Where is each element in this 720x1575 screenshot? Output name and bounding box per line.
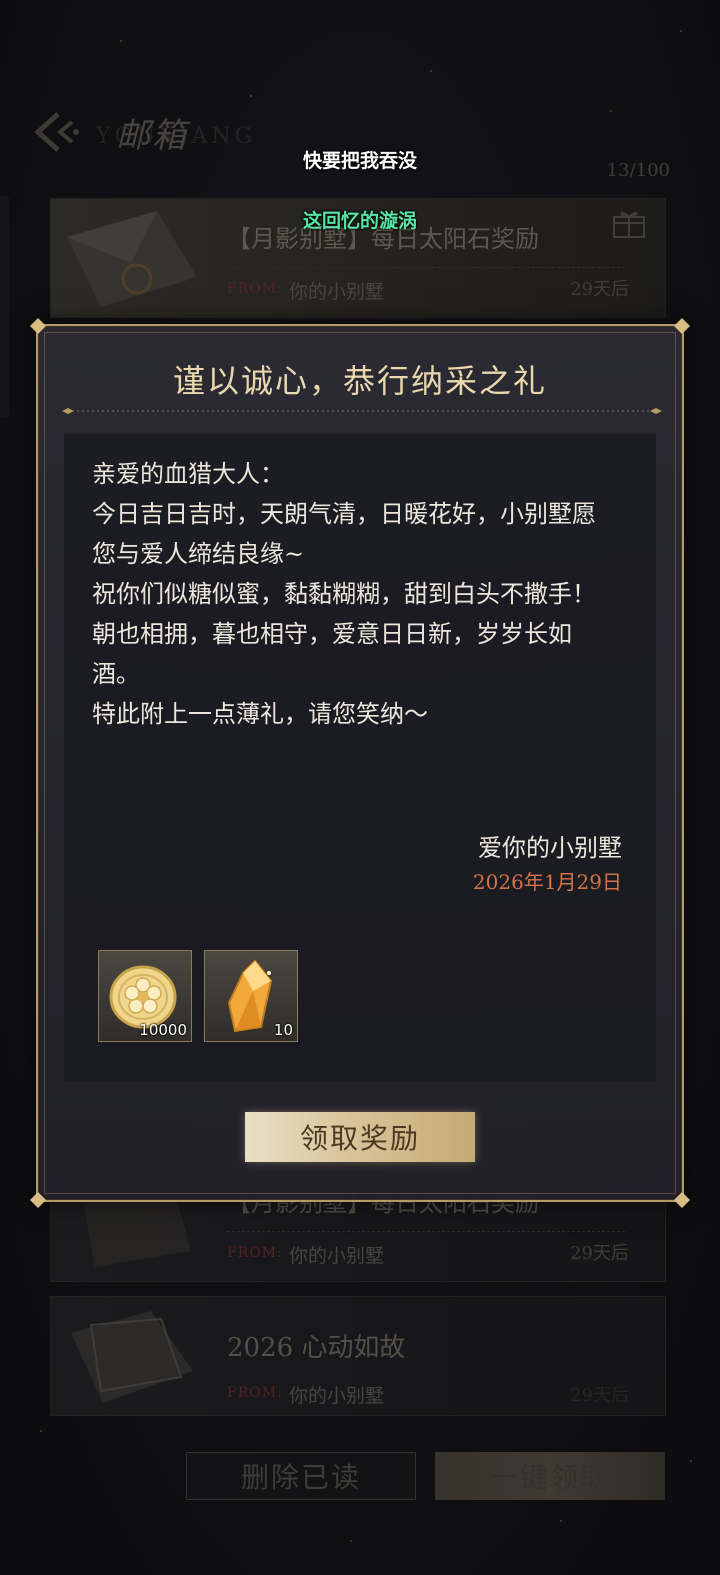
mail-detail-modal: 谨以诚心，恭行纳采之礼 亲爱的血猎大人： 今日吉日吉时，天朗气清，日暖花好，小别… [30, 318, 690, 1208]
letter-line: 您与爱人缔结良缘~ [92, 540, 305, 568]
modal-title: 谨以诚心，恭行纳采之礼 [172, 362, 547, 400]
title-divider [62, 408, 662, 414]
toast-line-1: 快要把我吞没 [302, 150, 417, 172]
letter-date: 2026年1月29日 [472, 870, 622, 894]
letter-line: 祝你们似糖似蜜，黏黏糊糊，甜到白头不撒手！ [92, 580, 596, 608]
reward-count: 10 [273, 1021, 293, 1039]
letter-line: 酒。 [92, 660, 140, 688]
letter-line: 今日吉日吉时，天朗气清，日暖花好，小别墅愿 [92, 500, 596, 528]
letter-line: 特此附上一点薄礼，请您笑纳～ [92, 700, 428, 728]
corner-ornament-icon [30, 1192, 46, 1208]
letter-signature: 爱你的小别墅 [478, 834, 622, 862]
corner-ornament-icon [30, 318, 46, 334]
claim-reward-button[interactable]: 领取奖励 [245, 1112, 475, 1162]
reward-item-crystal[interactable]: 10 [204, 950, 298, 1042]
letter-content: 亲爱的血猎大人： 今日吉日吉时，天朗气清，日暖花好，小别墅愿 您与爱人缔结良缘~… [64, 434, 656, 1082]
corner-ornament-icon [674, 318, 690, 334]
reward-item-gold[interactable]: 10000 [98, 950, 192, 1042]
corner-ornament-icon [674, 1192, 690, 1208]
toast-line-2: 这回忆的漩涡 [302, 210, 417, 232]
reward-count: 10000 [139, 1021, 187, 1039]
letter-line: 亲爱的血猎大人： [92, 460, 284, 488]
letter-line: 朝也相拥，暮也相守，爱意日日新，岁岁长如 [92, 620, 572, 648]
mailbox-screen: YOUXIANG 邮箱 13/100 【月影别墅】每日太阳石奖励 FROM: 你… [0, 0, 720, 1575]
